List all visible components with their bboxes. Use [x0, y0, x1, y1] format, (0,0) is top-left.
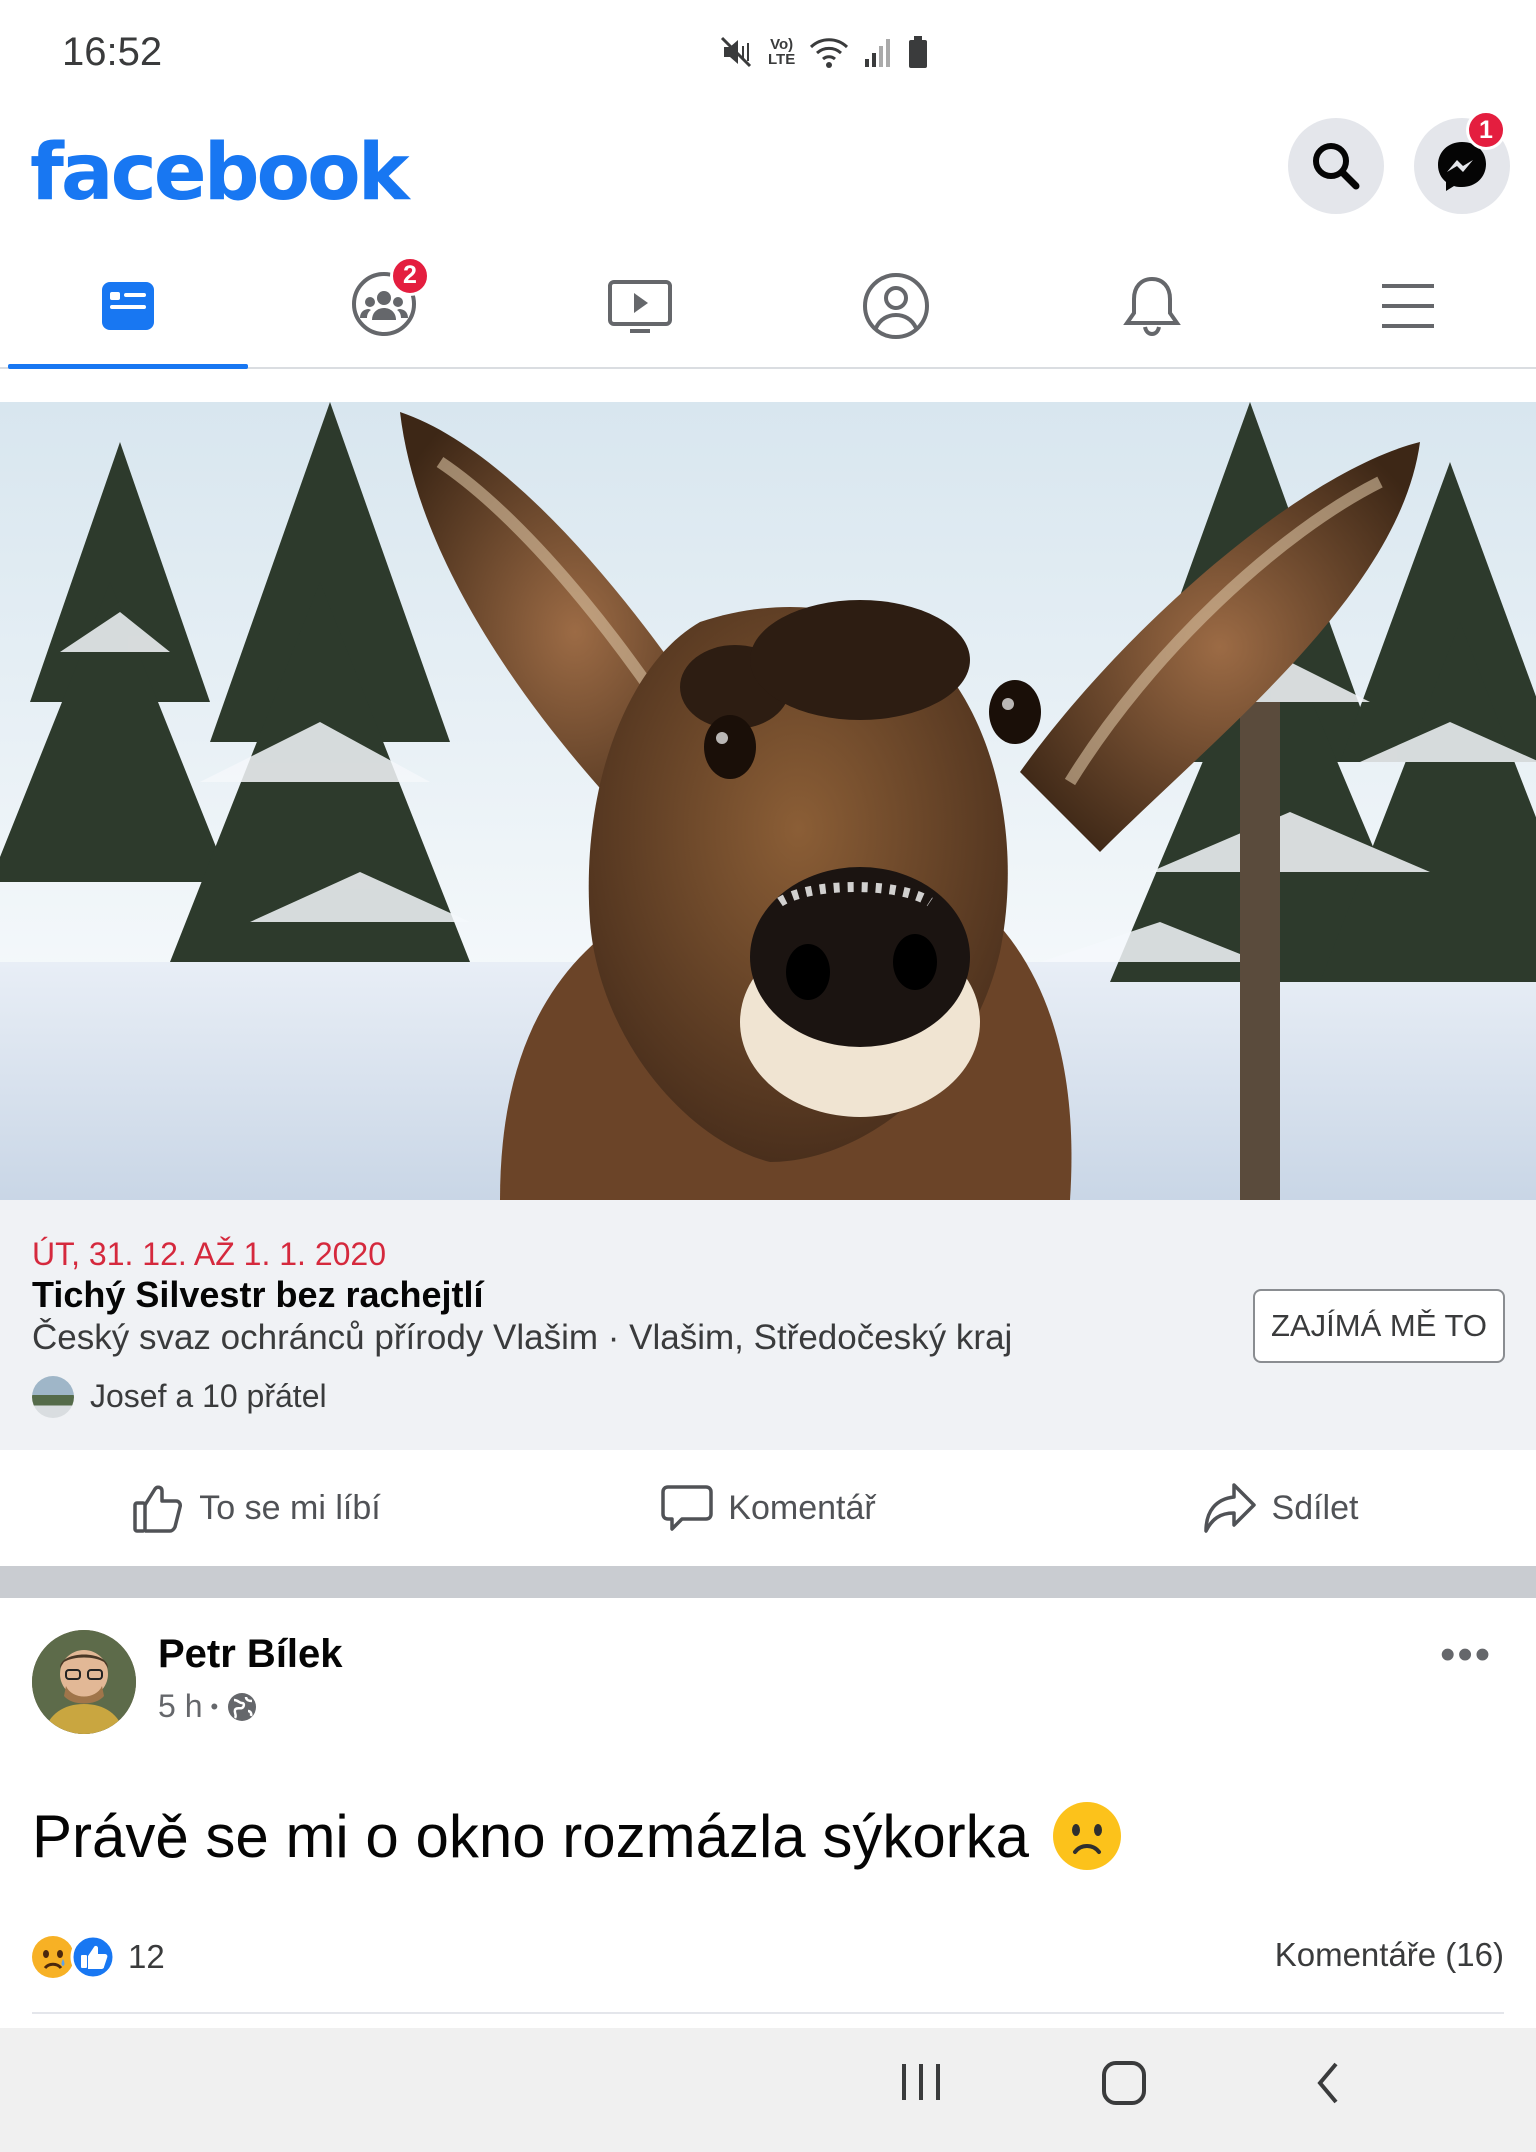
like-reaction-icon — [70, 1934, 116, 1980]
comment-icon — [661, 1485, 714, 1531]
frowning-face-emoji-icon — [1053, 1802, 1122, 1870]
wifi-icon — [810, 38, 849, 68]
author-avatar[interactable] — [32, 1630, 136, 1734]
status-time: 16:52 — [62, 30, 163, 74]
profile-icon — [863, 273, 929, 339]
reactions-summary[interactable]: 12 — [30, 1934, 165, 1980]
menu-icon — [1382, 284, 1434, 328]
share-button[interactable]: Sdílet — [1024, 1450, 1536, 1566]
main-tabs: 2 — [0, 245, 1536, 369]
share-icon — [1203, 1483, 1256, 1533]
globe-icon — [228, 1692, 257, 1721]
like-label: To se mi líbí — [199, 1488, 381, 1527]
meta-separator: • — [210, 1693, 219, 1719]
tab-groups[interactable]: 2 — [256, 245, 512, 367]
thumbs-up-icon — [133, 1485, 183, 1533]
comments-count-link[interactable]: Komentáře (16) — [1275, 1936, 1504, 1974]
post-text: Právě se mi o okno rozmázla sýkorka — [32, 1800, 1123, 1872]
signal-icon — [865, 39, 891, 67]
messenger-button[interactable]: 1 — [1414, 110, 1510, 214]
feed-separator — [0, 1566, 1536, 1598]
battery-icon — [909, 36, 928, 68]
comment-button[interactable]: Komentář — [512, 1450, 1024, 1566]
like-button[interactable]: To se mi líbí — [0, 1450, 512, 1566]
event-title[interactable]: Tichý Silvestr bez rachejtlí — [32, 1274, 484, 1316]
post-time[interactable]: 5 h — [158, 1688, 202, 1725]
deer-photo — [0, 402, 1536, 1200]
event-friends-going[interactable]: Josef a 10 přátel — [90, 1378, 327, 1415]
system-nav-bar — [0, 2028, 1536, 2152]
comment-label: Komentář — [728, 1488, 876, 1527]
post-actions: To se mi líbí Komentář Sdílet — [0, 1450, 1536, 1566]
post-meta: 5 h • — [158, 1688, 258, 1725]
news-feed-icon — [102, 282, 154, 330]
friend-avatar — [32, 1376, 74, 1418]
post-divider — [32, 2012, 1504, 2014]
groups-badge: 2 — [390, 255, 430, 296]
tab-profile[interactable] — [768, 245, 1024, 367]
tab-watch[interactable] — [512, 245, 768, 367]
home-icon — [1102, 2061, 1146, 2105]
recent-apps-icon — [902, 2064, 940, 2100]
share-label: Sdílet — [1271, 1488, 1359, 1527]
tab-news-feed[interactable] — [0, 245, 256, 369]
messenger-badge: 1 — [1466, 110, 1506, 150]
more-options-icon[interactable]: ••• — [1440, 1630, 1492, 1680]
status-icons: Vo) LTE — [718, 30, 929, 74]
post-author[interactable]: Petr Bílek — [158, 1632, 343, 1677]
interested-button[interactable]: ZAJÍMÁ MĚ TO — [1253, 1289, 1505, 1363]
reaction-count: 12 — [128, 1938, 165, 1975]
event-cover-image[interactable] — [0, 402, 1536, 1200]
event-organizer-location: Český svaz ochránců přírody Vlašim · Vla… — [32, 1318, 1013, 1357]
facebook-logo[interactable]: facebook — [30, 128, 410, 218]
back-icon — [1317, 2062, 1338, 2104]
tab-menu[interactable] — [1280, 245, 1536, 367]
back-button[interactable] — [1312, 2060, 1344, 2111]
search-icon — [1313, 143, 1360, 190]
mute-icon — [720, 36, 752, 68]
volte-icon: Vo) LTE — [768, 36, 796, 68]
home-button[interactable] — [1100, 2060, 1148, 2111]
post-text-content: Právě se mi o okno rozmázla sýkorka — [32, 1802, 1030, 1870]
event-date: ÚT, 31. 12. AŽ 1. 1. 2020 — [32, 1236, 386, 1272]
recent-apps-button[interactable] — [898, 2060, 944, 2109]
tab-notifications[interactable] — [1024, 245, 1280, 367]
bell-icon — [1123, 276, 1181, 337]
search-button[interactable] — [1288, 118, 1384, 214]
watch-icon — [608, 280, 672, 333]
status-bar: 16:52 Vo) LTE — [0, 0, 1536, 105]
